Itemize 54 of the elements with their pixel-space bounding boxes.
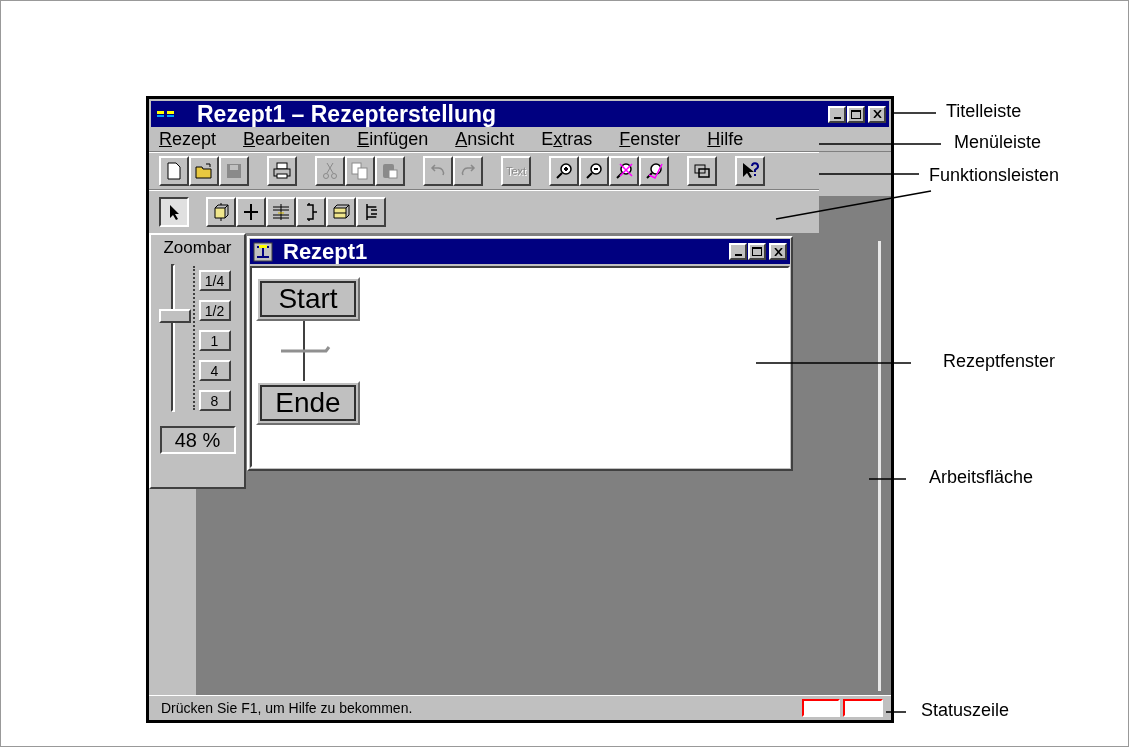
minimize-button[interactable] (729, 243, 747, 260)
menu-item[interactable]: Ansicht (455, 130, 515, 148)
scissors-icon (320, 161, 340, 181)
zoom-readout: 48 % (159, 426, 236, 454)
maximize-button[interactable] (847, 105, 865, 123)
zoom-level-button[interactable]: 1 (198, 330, 231, 351)
magnifier-cross-icon (614, 161, 634, 181)
recipe-window-title: Rezept1 (283, 240, 368, 263)
copy-icon (350, 161, 370, 181)
menu-item[interactable]: Einfügen (357, 130, 429, 148)
callout-label: Funktionsleisten (929, 166, 1060, 184)
minimize-button[interactable] (828, 105, 846, 123)
step-box: Start (256, 277, 360, 321)
status-indicator (843, 699, 883, 717)
close-button[interactable] (769, 243, 787, 260)
substep-box-icon (331, 202, 351, 222)
maximize-button[interactable] (748, 243, 766, 260)
menu-item[interactable]: Rezept (159, 130, 217, 148)
step-box: Ende (256, 381, 360, 425)
callout-label: Rezeptfenster (943, 352, 1056, 370)
zoom-in-icon (554, 161, 574, 181)
printer-icon (272, 161, 292, 181)
callout-label: Titelleiste (946, 102, 1022, 120)
clipboard-icon (380, 161, 400, 181)
toolbar-button[interactable] (159, 197, 189, 227)
zoom-level-button[interactable]: 4 (198, 360, 231, 381)
close-icon (773, 247, 783, 256)
zoom-level-button[interactable]: 1/2 (198, 300, 231, 321)
slider-thumb[interactable] (158, 309, 191, 324)
menu-item[interactable]: Extras (541, 130, 593, 148)
callout-label: Statuszeile (921, 701, 1010, 719)
zoom-level-button[interactable]: 8 (198, 390, 231, 411)
close-icon (872, 110, 882, 118)
menu-item[interactable]: Bearbeiten (243, 130, 331, 148)
zoombar-title: Zoombar (163, 239, 232, 256)
folder-icon (194, 161, 214, 181)
magnifier-check-icon (644, 161, 664, 181)
zoom-out-icon (584, 161, 604, 181)
branch-icon (271, 202, 291, 222)
transition-icon (241, 202, 261, 222)
windows-icon (692, 161, 712, 181)
new-document-icon (164, 161, 184, 181)
status-indicator (802, 699, 840, 717)
close-button[interactable] (868, 105, 886, 123)
menu-item[interactable]: Hilfe (707, 130, 744, 148)
callout-label: Menüleiste (954, 133, 1042, 151)
callout-label: Arbeitsfläche (929, 468, 1034, 486)
status-text: Drücken Sie F1, um Hilfe zu bekommen. (161, 698, 413, 718)
help-pointer-icon (740, 161, 760, 181)
zoom-level-button[interactable]: 1/4 (198, 270, 231, 291)
window-title: Rezept1 – Rezepterstellung (197, 102, 497, 126)
step-box-icon (211, 202, 231, 222)
app-icon (155, 108, 177, 120)
menu-item[interactable]: Fenster (619, 130, 681, 148)
